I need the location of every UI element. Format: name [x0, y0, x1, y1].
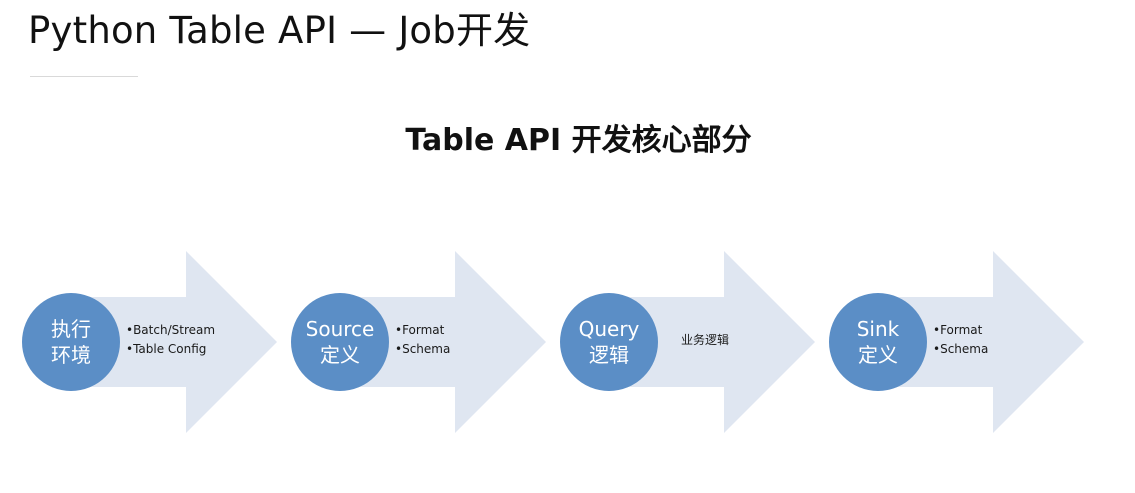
bullet-item: Batch/Stream [126, 321, 215, 340]
bullet-item: Format [933, 321, 988, 340]
step-source-definition: Source 定义 Format Schema [291, 248, 567, 436]
circle-label-line-1: Sink [856, 317, 900, 341]
circle-label-line-2: 逻辑 [589, 343, 629, 367]
step-circle: 执行 环境 [22, 293, 120, 391]
step-execution-environment: 执行 环境 Batch/Stream Table Config [22, 248, 298, 436]
step-circle: Source 定义 [291, 293, 389, 391]
circle-label-line-1: 执行 [51, 317, 91, 341]
step-bullet-list: Format Schema [395, 321, 450, 359]
slide-title: Python Table API — Job开发 [28, 9, 531, 52]
bullet-item: Schema [395, 340, 450, 359]
bullet-item: Schema [933, 340, 988, 359]
bullet-item: Table Config [126, 340, 215, 359]
circle-label-line-2: 定义 [858, 343, 898, 367]
step-description: 业务逻辑 [681, 333, 730, 347]
step-circle: Query 逻辑 [560, 293, 658, 391]
circle-label-line-1: Query [578, 317, 640, 341]
step-circle: Sink 定义 [829, 293, 927, 391]
section-heading: Table API 开发核心部分 [405, 123, 752, 158]
step-bullet-list: Format Schema [933, 321, 988, 359]
title-underline [30, 76, 138, 77]
circle-label-line-1: Source [305, 317, 375, 341]
step-bullet-list: Batch/Stream Table Config [126, 321, 215, 359]
step-sink-definition: Sink 定义 Format Schema [829, 248, 1105, 436]
circle-label-line-2: 环境 [51, 343, 91, 367]
bullet-item: Format [395, 321, 450, 340]
step-query-logic: Query 逻辑 业务逻辑 [560, 248, 836, 436]
circle-label-line-2: 定义 [320, 343, 360, 367]
